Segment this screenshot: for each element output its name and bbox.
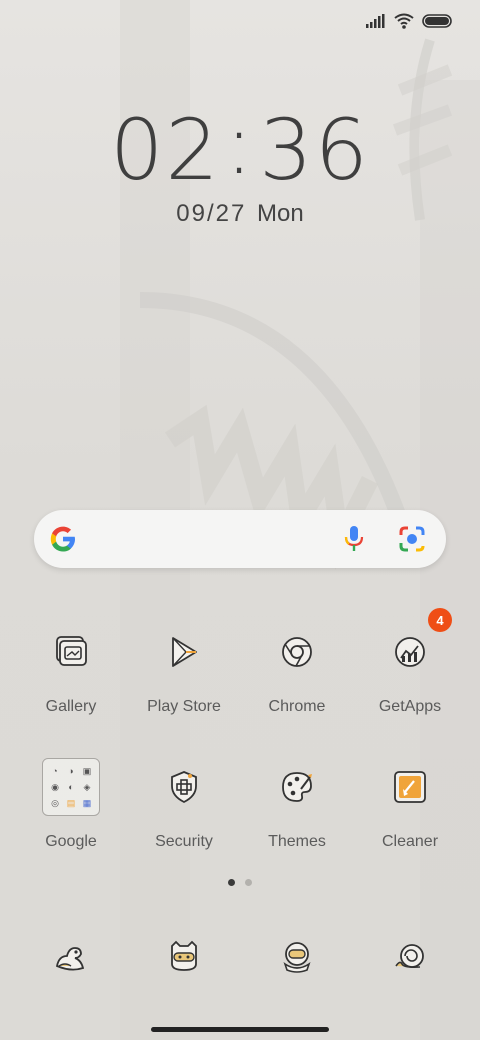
app-getapps[interactable]: GetApps: [350, 620, 470, 716]
app-label: Security: [155, 833, 213, 850]
ninja-icon[interactable]: [152, 924, 216, 988]
cleaner-icon: [378, 755, 442, 819]
dinosaur-icon[interactable]: [39, 924, 103, 988]
themes-icon: [265, 755, 329, 819]
status-bar: [0, 0, 480, 44]
folder-mini-icon: ◔: [52, 765, 58, 776]
folder-mini-icon: ▤: [66, 797, 76, 808]
folder-mini-icon: ▦: [82, 797, 92, 808]
app-chrome[interactable]: Chrome: [237, 620, 357, 716]
google-lens-icon[interactable]: [398, 525, 426, 558]
app-label: GetApps: [378, 698, 442, 715]
notification-badge: 4: [428, 608, 452, 632]
clock-hours: 02: [109, 101, 221, 199]
page-dot[interactable]: [245, 879, 252, 886]
page-indicator[interactable]: [0, 879, 480, 886]
app-label: Chrome: [268, 698, 326, 715]
app-themes[interactable]: Themes: [237, 755, 357, 851]
app-cleaner[interactable]: Cleaner: [350, 755, 470, 851]
snail-icon[interactable]: [378, 924, 442, 988]
app-label: Gallery: [45, 698, 97, 715]
date: 09/27: [176, 200, 247, 227]
folder-mini-icon: ◑: [68, 765, 74, 776]
security-icon: [152, 755, 216, 819]
app-label: Themes: [268, 833, 326, 850]
gallery-icon: [39, 620, 103, 684]
google-search-bar[interactable]: [34, 510, 446, 568]
signal-icon: [366, 14, 386, 33]
app-label: Cleaner: [381, 833, 439, 850]
folder-mini-icon: ◉: [51, 781, 59, 792]
microphone-icon[interactable]: [342, 525, 366, 558]
folder-mini-icon: ◎: [51, 797, 59, 808]
app-google-folder[interactable]: ◔ ◑ ▣ ◉ ◐ ◈ ◎ ▤ ▦ Google: [11, 755, 131, 851]
app-label: Play Store: [147, 698, 221, 715]
app-play-store[interactable]: Play Store: [124, 620, 244, 716]
battery-icon: [422, 14, 452, 33]
app-label: Google: [45, 833, 97, 850]
clock-minutes: 36: [259, 101, 371, 199]
app-security[interactable]: Security: [124, 755, 244, 851]
home-indicator[interactable]: [151, 1027, 329, 1032]
google-g-icon: [48, 524, 78, 559]
astronaut-icon[interactable]: [265, 924, 329, 988]
folder-mini-icon: ◈: [83, 781, 91, 792]
folder-mini-icon: ▣: [82, 765, 92, 776]
chrome-icon: [265, 620, 329, 684]
google-folder-icon: ◔ ◑ ▣ ◉ ◐ ◈ ◎ ▤ ▦: [39, 755, 103, 819]
app-gallery[interactable]: Gallery: [11, 620, 131, 716]
clock[interactable]: 02:36: [0, 102, 480, 192]
page-dot-active[interactable]: [228, 879, 235, 886]
weekday: Mon: [257, 200, 304, 227]
folder-mini-icon: ◐: [68, 781, 74, 792]
play-store-icon: [152, 620, 216, 684]
date-display[interactable]: 09/27 Mon: [0, 200, 480, 228]
clock-colon: :: [224, 95, 256, 193]
wifi-icon: [394, 13, 414, 34]
